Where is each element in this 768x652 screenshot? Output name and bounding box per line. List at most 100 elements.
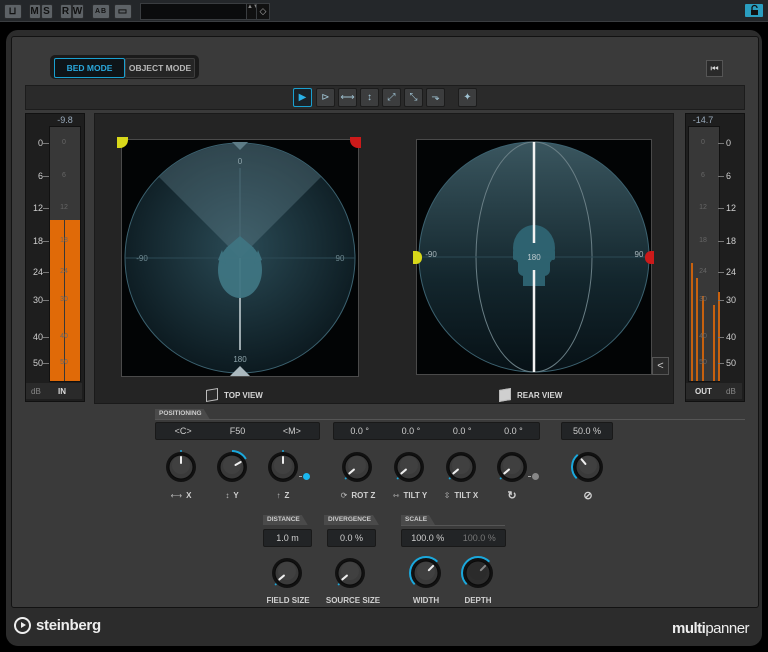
skip-back-icon: ⏮ [710, 63, 719, 73]
pointer-special-icon: ✦ [463, 92, 472, 103]
link-indicator[interactable] [303, 473, 310, 480]
tool-move-diagonal-up[interactable]: ⤢ [382, 88, 401, 107]
vertical-arrows-icon: ↕ [367, 92, 372, 103]
output-peak-value[interactable]: -14.7 [688, 115, 718, 125]
distance-display[interactable]: 1.0 m [263, 529, 312, 547]
meter-inner-label: 18 [60, 237, 68, 244]
mute-button[interactable]: M [29, 4, 41, 19]
collapse-button[interactable]: ⏮ [706, 60, 723, 77]
meter-inner-label: 24 [699, 268, 707, 275]
arrow-outline-icon: ⊳ [321, 92, 330, 103]
top-angle-0: 0 [238, 157, 243, 166]
rotation-display[interactable]: 0.0 ° 0.0 ° 0.0 ° 0.0 ° [333, 422, 540, 440]
tool-select[interactable]: ▶ [293, 88, 312, 107]
tool-select-multi[interactable]: ⊳ [316, 88, 335, 107]
tilt-y-knob[interactable] [392, 450, 426, 484]
meter-scale-label: 6 [37, 171, 43, 181]
read-automation-button[interactable]: R [60, 4, 72, 19]
position-x-readout: <C> [174, 426, 192, 436]
input-peak-value[interactable]: -9.8 [50, 115, 80, 125]
rear-right-speaker-handle[interactable] [645, 251, 654, 264]
center-display[interactable]: 50.0 % [561, 422, 613, 440]
output-meter-footer: OUT dB [686, 383, 742, 399]
top-angle-90: 90 [336, 254, 345, 263]
tilt-x-knob[interactable] [444, 450, 478, 484]
x-label: X [186, 491, 192, 500]
write-automation-button[interactable]: W [72, 4, 84, 19]
output-meter-bar [713, 304, 715, 381]
position-z-readout: <M> [282, 426, 301, 436]
depth-label: DEPTH [464, 596, 492, 605]
preset-menu-icon[interactable]: ◇ [256, 3, 270, 20]
tool-pointer-special[interactable]: ✦ [458, 88, 477, 107]
width-knob[interactable] [409, 556, 443, 590]
scale-display[interactable]: 100.0 % 100.0 % [401, 529, 506, 547]
tilt-x-readout: 0.0 ° [452, 426, 472, 436]
tool-move-vertical[interactable]: ↕ [360, 88, 379, 107]
object-mode-button[interactable]: OBJECT MODE [125, 58, 195, 78]
meter-inner-label: 30 [699, 296, 707, 303]
rear-view-tab[interactable]: REAR VIEW [499, 387, 562, 403]
store-button[interactable]: ▭ [114, 4, 132, 19]
rotate-knob[interactable] [495, 450, 529, 484]
positioning-section-tab: POSITIONING [155, 409, 210, 419]
lock-button[interactable] [745, 4, 763, 17]
product-name: multipanner [672, 620, 750, 637]
top-angle-180: 180 [233, 355, 247, 364]
meter-inner-label: 40 [699, 333, 707, 340]
x-knob[interactable] [164, 450, 198, 484]
bed-mode-button[interactable]: BED MODE [54, 58, 125, 78]
top-view-canvas[interactable]: 0 180 -90 90 [121, 139, 359, 377]
solo-button[interactable]: S [41, 4, 53, 19]
rotate-icon: ⟳ [340, 491, 348, 500]
meter-scale-tick [718, 241, 724, 242]
divergence-display[interactable]: 0.0 % [327, 529, 376, 547]
positioning-display[interactable]: <C> F50 <M> [155, 422, 320, 440]
distance-section-tab: DISTANCE [263, 515, 308, 525]
tool-pointer-snap[interactable]: ⬎ [426, 88, 445, 107]
y-knob[interactable] [215, 450, 249, 484]
source-size-knob[interactable] [333, 556, 367, 590]
tool-move-horizontal[interactable]: ⟷ [338, 88, 357, 107]
rotate-clockwise-icon: ↻ [507, 490, 517, 502]
tool-move-diagonal-down[interactable]: ⤡ [404, 88, 423, 107]
rotate-readout: 0.0 ° [504, 426, 523, 436]
meter-inner-label: 0 [701, 139, 705, 146]
section-divider [155, 419, 745, 420]
horizontal-arrows-icon: ⟷ [170, 491, 183, 500]
field-size-knob[interactable] [270, 556, 304, 590]
chevron-left-icon: < [657, 360, 664, 372]
rear-view-canvas[interactable]: 180 -90 90 [416, 139, 652, 375]
rot-z-knob[interactable] [340, 450, 374, 484]
top-view-tab[interactable]: TOP VIEW [206, 387, 263, 403]
center-knob[interactable] [571, 450, 605, 484]
center-knob-label: ⊘ [576, 489, 600, 502]
rear-angle-minus-90: -90 [425, 250, 437, 259]
depth-knob[interactable] [461, 556, 495, 590]
steinberg-play-icon [14, 617, 31, 634]
meter-scale-tick [718, 300, 724, 301]
rear-view-back-button[interactable]: < [652, 357, 669, 375]
meter-scale-label: 30 [32, 295, 43, 305]
meter-inner-label: 24 [60, 268, 68, 275]
meter-scale-label: 50 [726, 358, 737, 368]
bypass-button[interactable]: ⊔ [4, 4, 22, 19]
compare-button[interactable]: AB [92, 4, 110, 19]
meter-inner-label: 18 [699, 237, 707, 244]
meter-scale-tick [718, 337, 724, 338]
up-arrow-icon: ↑ [276, 491, 281, 500]
preset-name-field[interactable] [140, 3, 247, 20]
top-view-label: TOP VIEW [224, 390, 263, 400]
z-knob[interactable] [266, 450, 300, 484]
meter-scale-label: 50 [32, 358, 43, 368]
diagonal-down-arrows-icon: ⤡ [409, 92, 418, 103]
input-meter-track [49, 126, 81, 382]
tilt-y-knob-label: ⇿ TILT Y [384, 491, 436, 500]
y-label: Y [233, 491, 239, 500]
meter-scale-label: 0 [37, 138, 43, 148]
link-indicator[interactable] [532, 473, 539, 480]
brand-name: steinberg [36, 617, 101, 634]
tilt-x-icon: ⇳ [443, 491, 451, 500]
rot-z-knob-label: ⟳ ROT Z [333, 491, 383, 500]
link-dash [299, 476, 302, 477]
